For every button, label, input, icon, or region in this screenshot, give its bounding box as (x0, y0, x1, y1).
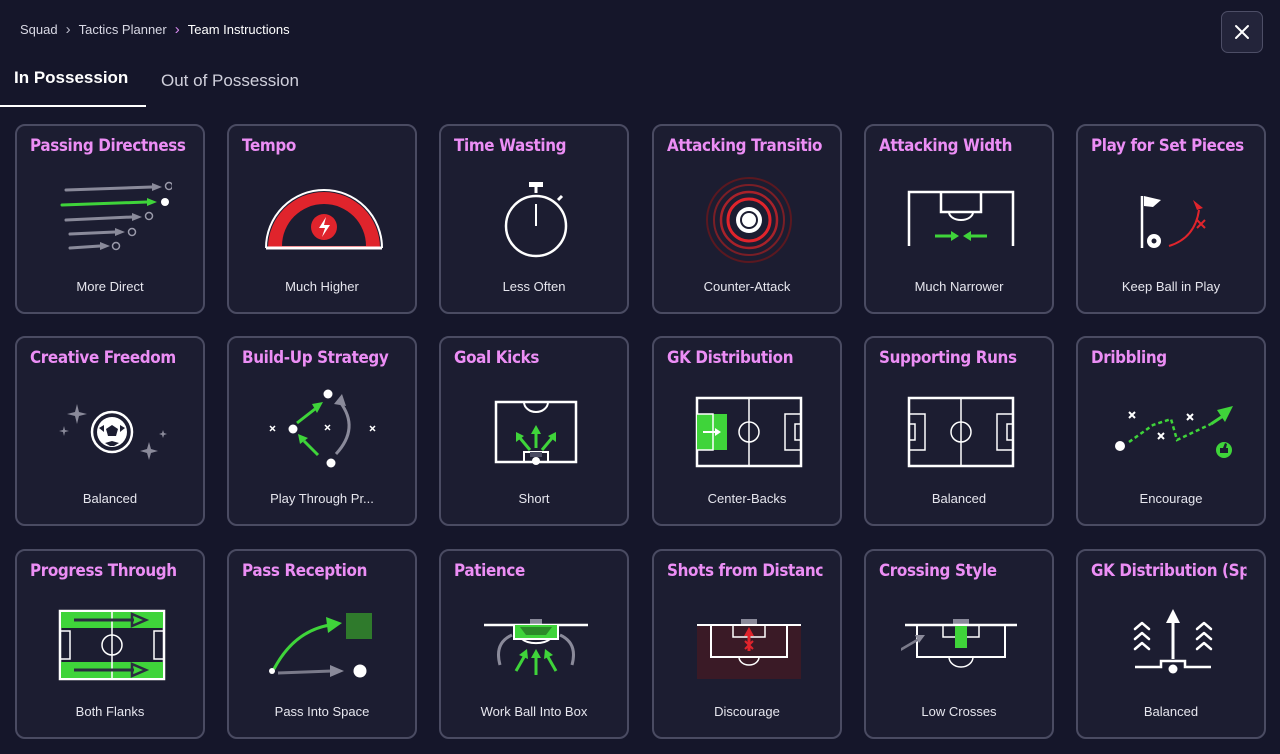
no-long-shots-icon (697, 619, 801, 679)
gk-distribution-pitch-icon (695, 396, 803, 468)
dribble-path-icon (1115, 406, 1233, 458)
card-title: Attacking Transition (667, 136, 823, 155)
card-title: Time Wasting (454, 136, 567, 155)
card-title: Crossing Style (879, 561, 997, 580)
card-value: Low Crosses (921, 704, 997, 719)
card-attacking-transition[interactable]: Attacking Transition Counter-Attack (652, 124, 842, 314)
instruction-grid: Passing Directness More Direct Tempo Muc… (15, 124, 1271, 744)
corner-flag-icon (1140, 196, 1206, 248)
card-value: Keep Ball in Play (1121, 279, 1221, 294)
chevron-right-icon: › (65, 21, 71, 38)
goal-kick-pitch-icon (494, 400, 578, 465)
card-title: Passing Directness (30, 136, 186, 155)
card-creative-freedom[interactable]: Creative Freedom Balanced (15, 336, 205, 526)
card-title: Build-Up Strategy (242, 348, 389, 367)
tab-out-of-possession[interactable]: Out of Possession (161, 71, 299, 91)
card-value: Counter-Attack (703, 279, 791, 294)
card-pass-reception[interactable]: Pass Reception Pass Into Space (227, 549, 417, 739)
card-value: Play Through Pr... (270, 491, 374, 506)
active-tab-indicator (0, 105, 146, 107)
low-cross-icon (901, 619, 1017, 668)
card-value: Discourage (714, 704, 780, 719)
tab-in-possession[interactable]: In Possession (14, 68, 128, 88)
card-title: GK Distribution (667, 348, 794, 367)
direct-passes-icon (60, 181, 172, 251)
card-passing-directness[interactable]: Passing Directness More Direct (15, 124, 205, 314)
card-value: Pass Into Space (274, 704, 370, 719)
card-value: Center-Backs (707, 491, 787, 506)
card-title: Creative Freedom (30, 348, 176, 367)
card-attacking-width[interactable]: Attacking Width Much Narrower (864, 124, 1054, 314)
card-title: Dribbling (1091, 348, 1167, 367)
card-value: Balanced (82, 491, 138, 506)
close-icon (1235, 25, 1249, 39)
card-value: Encourage (1139, 491, 1203, 506)
card-value: Less Often (502, 279, 566, 294)
card-title: Supporting Runs (879, 348, 1017, 367)
sparkle-ball-icon (59, 404, 167, 460)
card-title: Attacking Width (879, 136, 1013, 155)
card-title: Play for Set Pieces (1091, 136, 1244, 155)
card-play-for-set-pieces[interactable]: Play for Set Pieces Keep Ball in Play (1076, 124, 1266, 314)
gk-speed-chevrons-icon (1133, 609, 1213, 674)
work-into-box-icon (484, 619, 588, 675)
card-title: Tempo (242, 136, 296, 155)
card-title: Pass Reception (242, 561, 368, 580)
card-value: Both Flanks (75, 704, 145, 719)
card-value: Balanced (931, 491, 987, 506)
card-title: Goal Kicks (454, 348, 540, 367)
card-title: Patience (454, 561, 525, 580)
full-pitch-icon (907, 396, 1015, 468)
card-tempo[interactable]: Tempo Much Higher (227, 124, 417, 314)
card-value: Work Ball Into Box (480, 704, 588, 719)
card-progress-through[interactable]: Progress Through Both Flanks (15, 549, 205, 739)
narrow-width-pitch-icon (907, 190, 1015, 246)
counter-attack-rings-icon (706, 177, 792, 263)
card-crossing-style[interactable]: Crossing Style Low Crosses (864, 549, 1054, 739)
card-gk-distribution-speed[interactable]: GK Distribution (Speed) Balanced (1076, 549, 1266, 739)
breadcrumb-tactics-planner[interactable]: Tactics Planner (79, 22, 167, 37)
card-shots-from-distance[interactable]: Shots from Distance Discourage (652, 549, 842, 739)
possession-tabs: In Possession Out of Possession (0, 60, 1280, 108)
breadcrumb-squad[interactable]: Squad (20, 22, 58, 37)
flanks-pitch-icon (58, 609, 166, 681)
breadcrumb: Squad › Tactics Planner › Team Instructi… (20, 22, 290, 37)
card-value: Much Narrower (914, 279, 1004, 294)
card-value: Balanced (1143, 704, 1199, 719)
breadcrumb-team-instructions: Team Instructions (187, 22, 290, 37)
pass-into-space-icon (269, 613, 372, 678)
card-time-wasting[interactable]: Time Wasting Less Often (439, 124, 629, 314)
card-supporting-runs[interactable]: Supporting Runs Balanced (864, 336, 1054, 526)
stopwatch-icon (504, 182, 568, 258)
card-value: Short (518, 491, 550, 506)
card-title: GK Distribution (Speed) (1091, 561, 1246, 580)
card-title: Shots from Distance (667, 561, 823, 580)
close-button[interactable] (1221, 11, 1263, 53)
card-gk-distribution[interactable]: GK Distribution Center-Backs (652, 336, 842, 526)
card-goal-kicks[interactable]: Goal Kicks Short (439, 336, 629, 526)
tempo-gauge-icon (265, 189, 383, 250)
card-dribbling[interactable]: Dribbling Encourage (1076, 336, 1266, 526)
build-up-arrows-icon (269, 389, 376, 468)
card-title: Progress Through (30, 561, 177, 580)
card-value: Much Higher (285, 279, 359, 294)
card-value: More Direct (76, 279, 144, 294)
chevron-right-icon: › (174, 21, 180, 38)
card-build-up-strategy[interactable]: Build-Up Strategy Play Through Pr... (227, 336, 417, 526)
card-patience[interactable]: Patience Work Ball Into Box (439, 549, 629, 739)
